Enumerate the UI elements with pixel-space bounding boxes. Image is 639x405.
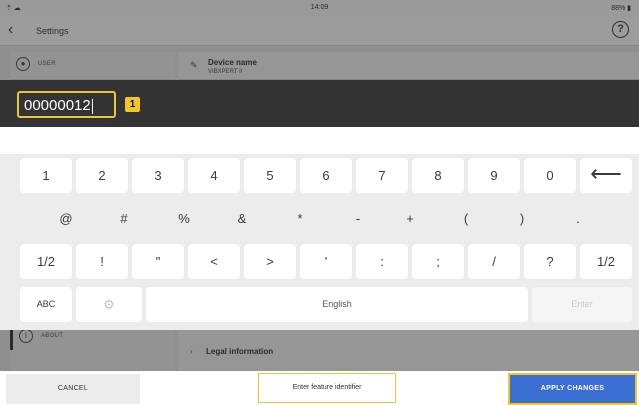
key-quote[interactable]: " [132,244,184,279]
key-half-left[interactable]: 1/2 [20,244,72,279]
backspace-arrow-icon: ⟵ [590,161,622,186]
info-icon: i [19,329,33,343]
callout-badge: 1 [125,97,140,112]
key-7[interactable]: 7 [356,158,408,193]
abc-mode-key[interactable]: ABC [20,287,72,322]
help-icon[interactable]: ? [612,21,629,38]
device-name-row[interactable]: ✎ Device name VIBXPERT II [178,52,639,80]
key-1[interactable]: 1 [20,158,72,193]
enter-key[interactable]: Enter [532,287,632,322]
chevron-right-icon: › [190,347,193,356]
sidebar-item-label: USER [38,61,56,67]
legal-information-label: Legal information [206,347,274,356]
space-key[interactable]: English [146,287,528,322]
key-question[interactable]: ? [524,244,576,279]
key-9[interactable]: 9 [468,158,520,193]
key-at[interactable]: @ [40,201,92,236]
key-colon[interactable]: : [356,244,408,279]
gear-icon: ⚙ [103,297,115,312]
action-bar: CANCEL Enter feature identifier APPLY CH… [0,371,639,405]
key-half-right[interactable]: 1/2 [580,244,632,279]
apply-changes-button[interactable]: APPLY CHANGES [508,373,637,405]
back-chevron-icon[interactable]: ‹ [8,21,13,39]
key-apostrophe[interactable]: ' [300,244,352,279]
pencil-icon: ✎ [190,60,198,70]
key-open-paren[interactable]: ( [440,201,492,236]
key-exclamation[interactable]: ! [76,244,128,279]
battery-indicator: 88% ▮ [611,5,631,12]
text-caret [91,98,93,114]
key-5[interactable]: 5 [244,158,296,193]
legal-information-row[interactable]: › Legal information [178,338,639,364]
key-hash[interactable]: # [98,201,150,236]
page-title: Settings [36,26,69,36]
key-3[interactable]: 3 [132,158,184,193]
key-slash[interactable]: / [468,244,520,279]
feature-identifier-input[interactable]: 00000012 [17,91,116,118]
key-0[interactable]: 0 [524,158,576,193]
onscreen-keyboard: 1 2 3 4 5 6 7 8 9 0 ⟵ @ # % & * - + ( ) … [0,154,639,330]
status-bar: ⇡ ☁ 14:09 88% ▮ [0,0,639,16]
key-close-paren[interactable]: ) [496,201,548,236]
status-time: 14:09 [310,4,329,11]
key-less-than[interactable]: < [188,244,240,279]
input-value: 00000012 [24,97,91,114]
device-name-label: Device name [208,58,257,67]
key-2[interactable]: 2 [76,158,128,193]
key-6[interactable]: 6 [300,158,352,193]
key-asterisk[interactable]: * [274,201,326,236]
key-percent[interactable]: % [158,201,210,236]
sidebar-item-user[interactable]: ● USER [10,52,175,80]
input-overlay: 00000012 1 [0,80,639,127]
nav-bar: ‹ Settings ? [0,16,639,46]
user-icon: ● [16,57,30,71]
key-greater-than[interactable]: > [244,244,296,279]
feature-identifier-hint: Enter feature identifier [258,373,396,403]
backspace-key[interactable]: ⟵ [580,158,632,193]
key-period[interactable]: . [552,201,604,236]
keyboard-settings-key[interactable]: ⚙ [76,287,142,322]
key-8[interactable]: 8 [412,158,464,193]
sidebar-item-label: ABOUT [41,333,64,339]
key-4[interactable]: 4 [188,158,240,193]
key-semicolon[interactable]: ; [412,244,464,279]
device-name-value: VIBXPERT II [208,69,243,75]
key-minus[interactable]: - [332,201,384,236]
key-ampersand[interactable]: & [216,201,268,236]
cancel-button[interactable]: CANCEL [6,374,140,404]
keyboard-suggestion-strip [0,127,639,154]
key-plus[interactable]: + [384,201,436,236]
